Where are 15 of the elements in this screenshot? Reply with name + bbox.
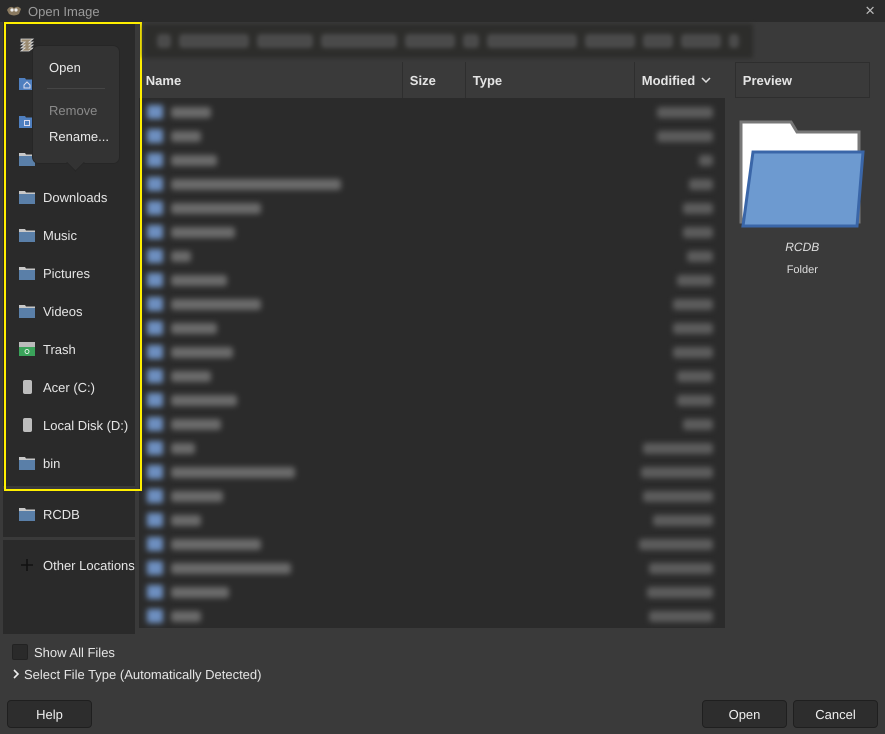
sidebar-label: Other Locations (43, 558, 135, 572)
sidebar-label: Videos (43, 304, 83, 318)
checkbox-label: Show All Files (34, 644, 115, 660)
preview-type: Folder (786, 264, 818, 276)
sidebar-label: Pictures (43, 266, 90, 280)
sidebar-label: RCDB (43, 506, 80, 522)
sidebar-label: Local Disk (D:) (43, 418, 128, 432)
sidebar-label: bin (43, 456, 60, 470)
sidebar-label: Music (43, 228, 77, 242)
sidebar-label: Acer (C:) (43, 380, 95, 394)
preview-header: Preview (734, 62, 870, 98)
window-title: Open Image (28, 4, 100, 18)
preview-name: RCDB (785, 240, 820, 254)
sidebar-label: Downloads (43, 190, 108, 204)
sidebar-label: Trash (43, 342, 76, 356)
